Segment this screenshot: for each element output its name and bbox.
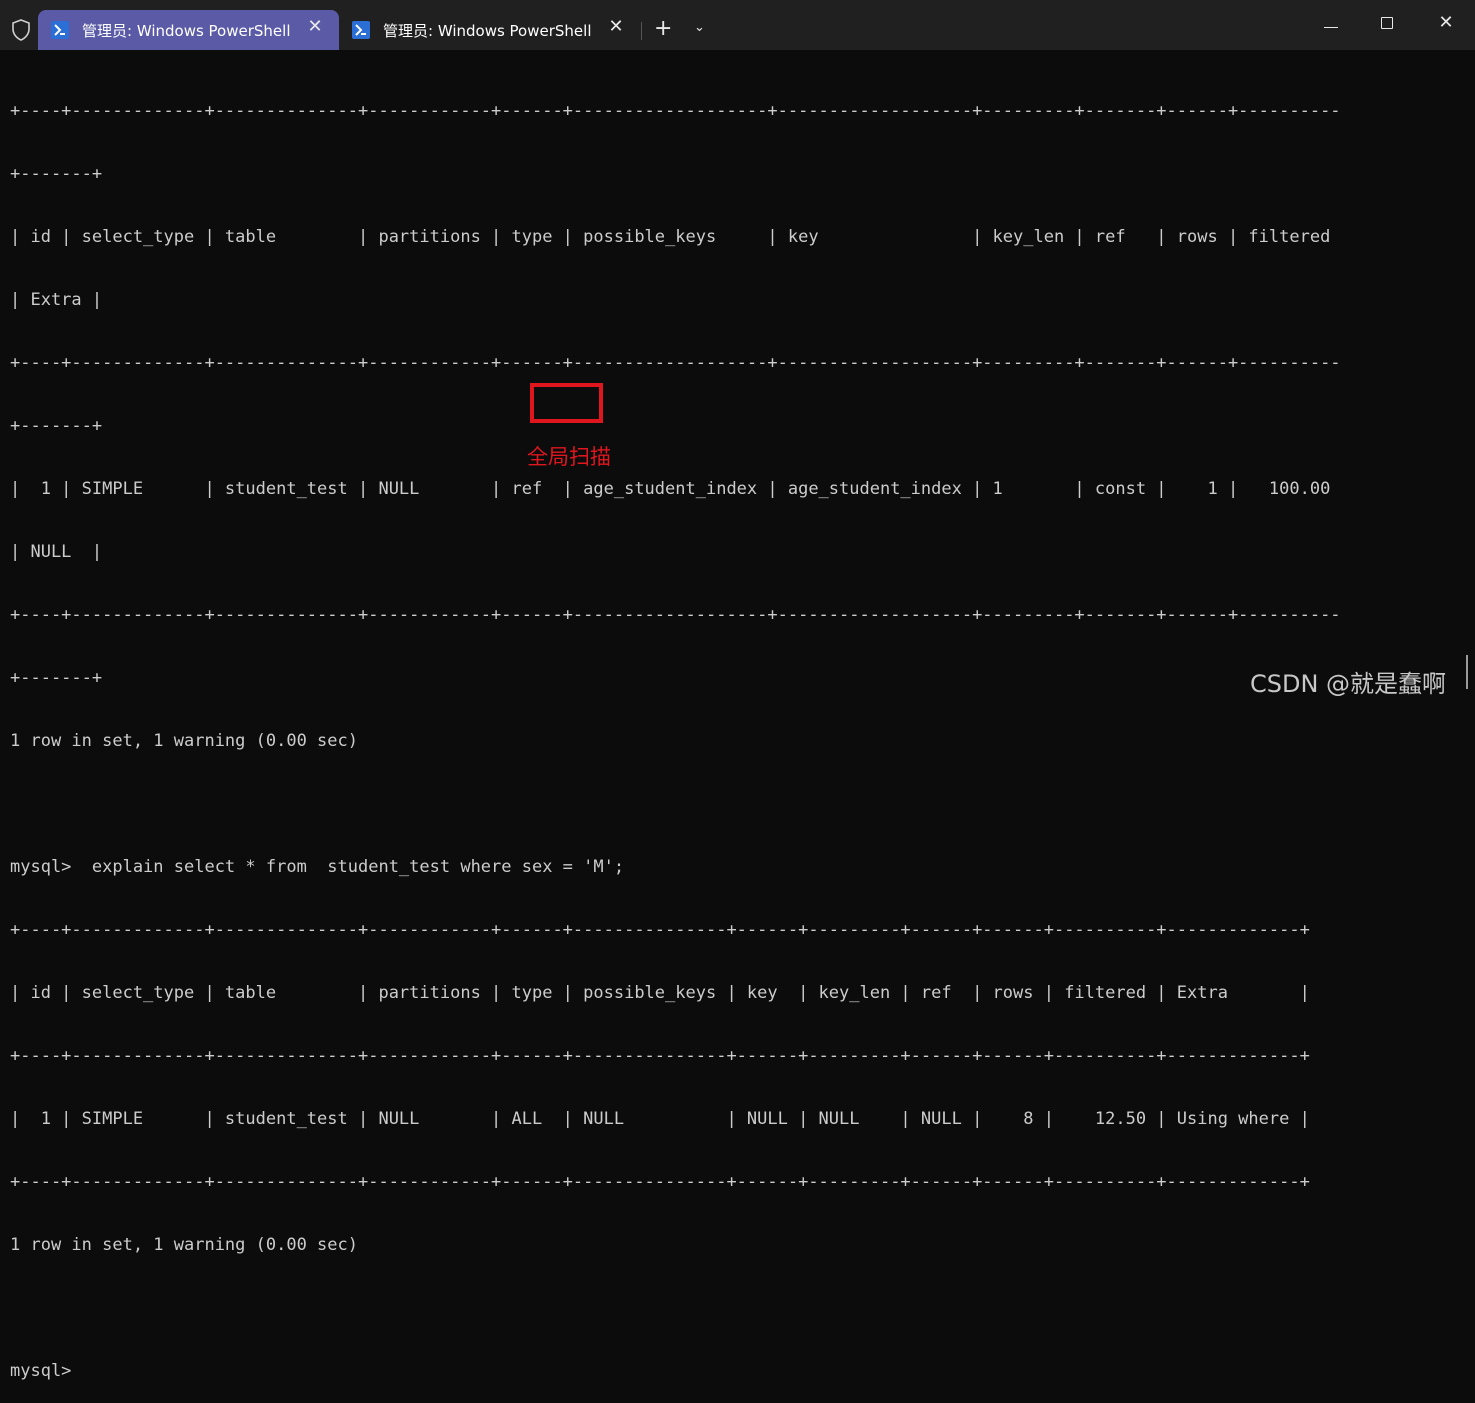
terminal-line: | NULL |	[10, 542, 103, 562]
terminal-line: +----+-------------+--------------+-----…	[10, 101, 1341, 121]
terminal-line: +----+-------------+--------------+-----…	[10, 1172, 1310, 1192]
tab-label: 管理员: Windows PowerShell	[82, 22, 291, 40]
terminal-line: 1 row in set, 1 warning (0.00 sec)	[10, 731, 358, 751]
powershell-icon	[51, 21, 69, 39]
terminal-line: | 1 | SIMPLE | student_test | NULL | ALL…	[10, 1109, 1310, 1129]
tab-powershell-2[interactable]: 管理员: Windows PowerShell ✕	[339, 10, 640, 50]
terminal-line: | id | select_type | table | partitions …	[10, 227, 1331, 247]
highlight-box	[530, 383, 603, 423]
terminal-line: +----+-------------+--------------+-----…	[10, 605, 1341, 625]
terminal-line: | id | select_type | table | partitions …	[10, 983, 1310, 1003]
close-icon[interactable]: ✕	[305, 16, 325, 37]
terminal-line: +-------+	[10, 164, 103, 184]
tab-powershell-1[interactable]: 管理员: Windows PowerShell ✕	[38, 10, 339, 50]
terminal-line: +----+-------------+--------------+-----…	[10, 1046, 1310, 1066]
terminal-line: | 1 | SIMPLE | student_test | NULL | ref…	[10, 479, 1331, 499]
watermark: CSDN @就是蠢啊	[1250, 670, 1447, 698]
new-tab-button[interactable]: +	[654, 16, 672, 42]
minimize-icon[interactable]	[1324, 27, 1338, 28]
terminal-line: 1 row in set, 1 warning (0.00 sec)	[10, 1235, 358, 1255]
title-bar: 管理员: Windows PowerShell ✕ 管理员: Windows P…	[0, 0, 1475, 50]
scrollbar[interactable]	[1466, 655, 1468, 689]
terminal-line: +-------+	[10, 416, 103, 436]
chevron-down-icon[interactable]: ⌄	[694, 20, 705, 35]
terminal-line: +----+-------------+--------------+-----…	[10, 920, 1310, 940]
terminal-output[interactable]: +----+-------------+--------------+-----…	[10, 59, 1470, 1381]
terminal-prompt: mysql>	[10, 1361, 72, 1381]
powershell-icon	[352, 21, 370, 39]
tab-label: 管理员: Windows PowerShell	[383, 22, 592, 40]
terminal-line: mysql> explain select * from student_tes…	[10, 857, 625, 877]
window-close-icon[interactable]: ✕	[1431, 12, 1461, 33]
terminal-line: | Extra |	[10, 290, 103, 310]
shield-icon	[12, 19, 30, 41]
close-icon[interactable]: ✕	[606, 16, 626, 37]
maximize-icon[interactable]	[1381, 17, 1393, 29]
terminal-line: +----+-------------+--------------+-----…	[10, 353, 1341, 373]
tab-separator	[641, 22, 642, 40]
annotation-label: 全局扫描	[527, 445, 611, 469]
